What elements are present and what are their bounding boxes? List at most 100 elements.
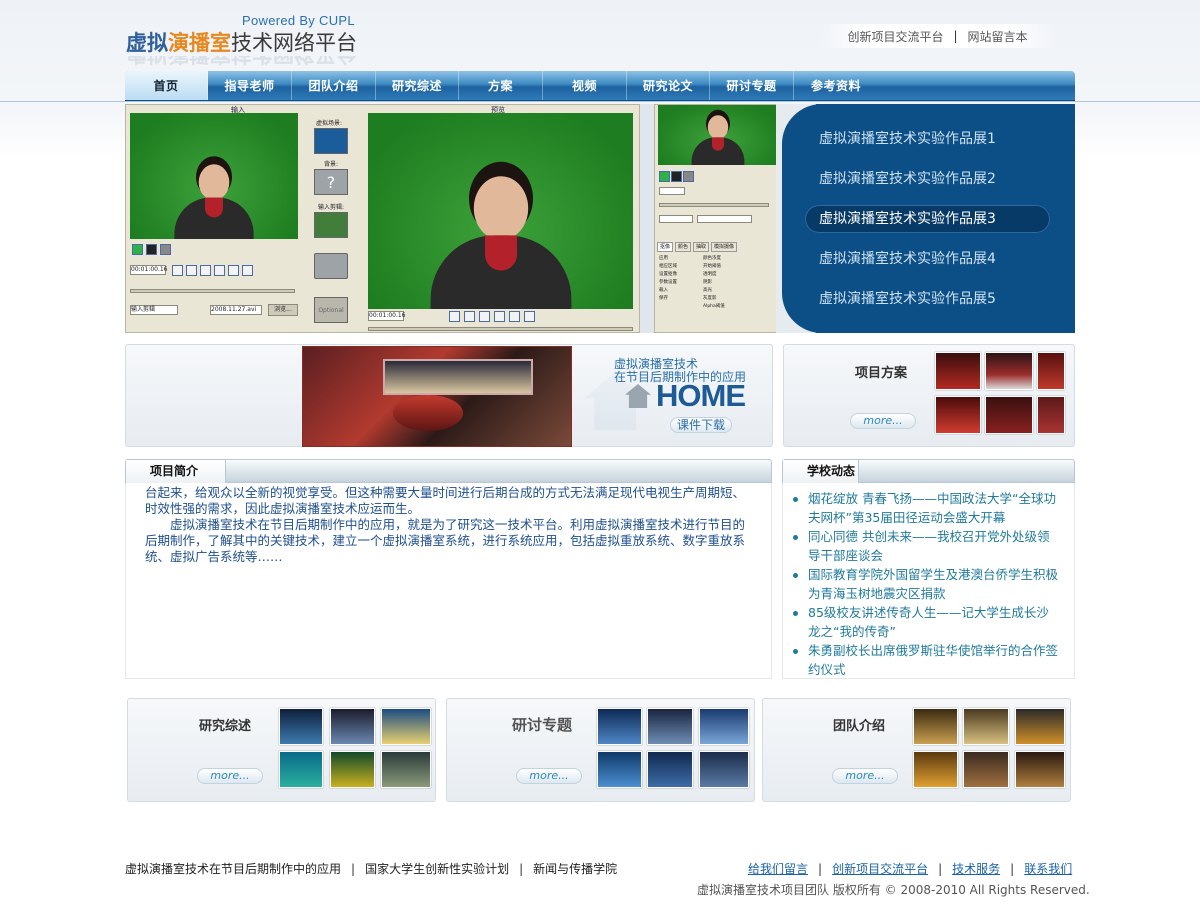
small-select[interactable] xyxy=(659,215,693,223)
seminar-photo-1[interactable] xyxy=(597,708,642,745)
option-2[interactable]: 相应区域 xyxy=(659,263,677,271)
team-more-button[interactable]: more... xyxy=(832,768,898,784)
play-icon[interactable] xyxy=(200,265,211,276)
gallery-item-5[interactable]: 虚拟演播室技术实验作品展5 xyxy=(805,285,1050,313)
settings-tab-3[interactable]: 抽取 xyxy=(693,242,710,252)
pause-icon[interactable] xyxy=(214,265,225,276)
team-photo-4[interactable] xyxy=(913,751,958,788)
site-logo[interactable]: 虚拟 演播室 技术网络平台 xyxy=(126,28,357,56)
team-photo-5[interactable] xyxy=(963,751,1009,788)
preview-forward-icon[interactable] xyxy=(524,311,535,322)
project-plan-more-button[interactable]: more... xyxy=(850,413,916,429)
nav-item-team[interactable]: 团队介绍 xyxy=(292,71,376,100)
news-link-2[interactable]: 同心同德 共创未来——我校召开党外处级领导干部座谈会 xyxy=(808,529,1049,563)
preview-slider[interactable] xyxy=(368,327,633,331)
footer-link-tech-service[interactable]: 技术服务 xyxy=(952,862,1000,876)
plan-photo-6[interactable] xyxy=(1037,396,1065,434)
small-stop-button[interactable] xyxy=(671,171,682,182)
gallery-item-2[interactable]: 虚拟演播室技术实验作品展2 xyxy=(805,165,1050,193)
record-gray-button[interactable] xyxy=(160,244,171,255)
preview-play-icon[interactable] xyxy=(479,311,490,322)
review-photo-6[interactable] xyxy=(381,751,431,788)
background-placeholder-icon[interactable]: ? xyxy=(314,169,348,195)
seminar-photo-4[interactable] xyxy=(597,751,642,788)
nav-item-advisors[interactable]: 指导老师 xyxy=(208,71,292,100)
team-photo-6[interactable] xyxy=(1015,751,1065,788)
review-photo-1[interactable] xyxy=(279,708,323,745)
review-photo-2[interactable] xyxy=(330,708,375,745)
forward-icon[interactable] xyxy=(242,265,253,276)
option-3[interactable]: 设置抠像 xyxy=(659,271,677,279)
option-5[interactable]: 载入 xyxy=(659,287,677,295)
intro-header: 项目简介 xyxy=(125,459,772,483)
no-entry-icon[interactable] xyxy=(314,253,348,279)
review-photo-5[interactable] xyxy=(330,751,375,788)
review-photo-3[interactable] xyxy=(381,708,431,745)
rewind-icon[interactable] xyxy=(172,265,183,276)
team-photo-1[interactable] xyxy=(913,708,958,745)
nav-item-video[interactable]: 视频 xyxy=(543,71,627,100)
news-link-4[interactable]: 85级校友讲述传奇人生——记大学生成长沙龙之“我的传奇” xyxy=(808,605,1049,639)
research-review-more-button[interactable]: more... xyxy=(197,768,263,784)
seminar-more-button[interactable]: more... xyxy=(516,768,582,784)
footer-link-innovation[interactable]: 创新项目交流平台 xyxy=(832,862,928,876)
next-icon[interactable] xyxy=(228,265,239,276)
input-slider[interactable] xyxy=(130,289,295,293)
gallery-item-4[interactable]: 虚拟演播室技术实验作品展4 xyxy=(805,245,1050,273)
nav-item-home[interactable]: 首页 xyxy=(125,71,208,100)
team-photo-2[interactable] xyxy=(963,708,1009,745)
nav-item-references[interactable]: 参考资料 xyxy=(794,71,878,100)
news-item: 85级校友讲述传奇人生——记大学生成长沙龙之“我的传奇” xyxy=(790,604,1060,641)
plan-photo-4[interactable] xyxy=(935,396,981,434)
file-name-field[interactable]: 2008.11.27.avi xyxy=(210,305,262,315)
browse-button[interactable]: 浏览... xyxy=(268,304,298,316)
settings-tab-4[interactable]: 模拟摄像 xyxy=(711,242,738,252)
preview-pause-icon[interactable] xyxy=(494,311,505,322)
small-slider[interactable] xyxy=(659,203,769,207)
seminar-photo-5[interactable] xyxy=(647,751,693,788)
footer-link-message[interactable]: 给我们留言 xyxy=(748,862,808,876)
plan-photo-1[interactable] xyxy=(935,352,981,390)
small-file-field[interactable] xyxy=(697,215,752,223)
news-link-1[interactable]: 烟花绽放 青春飞扬——中国政法大学“全球功夫网杯”第35届田径运动会盛大开幕 xyxy=(808,491,1056,525)
virtual-scene-label: 虚拟场景: xyxy=(316,120,343,127)
footer-link-contact[interactable]: 联系我们 xyxy=(1024,862,1072,876)
seminar-photo-2[interactable] xyxy=(647,708,693,745)
settings-tab-1[interactable]: 抠像 xyxy=(657,242,674,252)
input-clip-thumb[interactable] xyxy=(314,212,348,238)
option-6[interactable]: 保存 xyxy=(659,295,677,303)
plan-photo-5[interactable] xyxy=(985,396,1033,434)
seminar-photo-3[interactable] xyxy=(699,708,749,745)
news-link-3[interactable]: 国际教育学院外国留学生及港澳台侨学生积极为青海玉树地震灾区捐款 xyxy=(808,567,1058,601)
nav-item-plan[interactable]: 方案 xyxy=(459,71,543,100)
small-play-button[interactable] xyxy=(659,171,670,182)
option-4[interactable]: 参数设置 xyxy=(659,279,677,287)
review-photo-4[interactable] xyxy=(279,751,323,788)
nav-item-papers[interactable]: 研究论文 xyxy=(627,71,710,100)
gallery-item-1[interactable]: 虚拟演播室技术实验作品展1 xyxy=(805,125,1050,153)
settings-tab-2[interactable]: 颜色 xyxy=(675,242,692,252)
option-1[interactable]: 应用 xyxy=(659,255,677,263)
stop-black-button[interactable] xyxy=(146,244,157,255)
seminar-photo-6[interactable] xyxy=(699,751,749,788)
footer-school-name: 新闻与传播学院 xyxy=(533,862,618,876)
gallery-item-3[interactable]: 虚拟演播室技术实验作品展3 xyxy=(805,205,1050,233)
small-record-button[interactable] xyxy=(683,171,694,182)
plan-photo-2[interactable] xyxy=(985,352,1033,390)
top-link-innovation[interactable]: 创新项目交流平台 xyxy=(847,28,943,45)
preview-next-icon[interactable] xyxy=(509,311,520,322)
preview-prev-icon[interactable] xyxy=(464,311,475,322)
prev-icon[interactable] xyxy=(186,265,197,276)
play-green-button[interactable] xyxy=(132,244,143,255)
plan-photo-3[interactable] xyxy=(1037,352,1065,390)
nav-item-research-review[interactable]: 研究综述 xyxy=(376,71,459,100)
download-courseware-button[interactable]: 课件下载 xyxy=(670,417,732,433)
top-link-guestbook[interactable]: 网站留言本 xyxy=(968,28,1028,45)
input-clip-select[interactable]: 输入剪辑 xyxy=(130,305,178,315)
nav-item-seminars[interactable]: 研讨专题 xyxy=(710,71,794,100)
news-link-5[interactable]: 朱勇副校长出席俄罗斯驻华使馆举行的合作签约仪式 xyxy=(808,643,1058,677)
team-photo-3[interactable] xyxy=(1015,708,1065,745)
preview-rewind-icon[interactable] xyxy=(449,311,460,322)
virtual-scene-thumb[interactable] xyxy=(314,128,348,154)
optional-thumb[interactable]: Optional xyxy=(314,297,348,323)
